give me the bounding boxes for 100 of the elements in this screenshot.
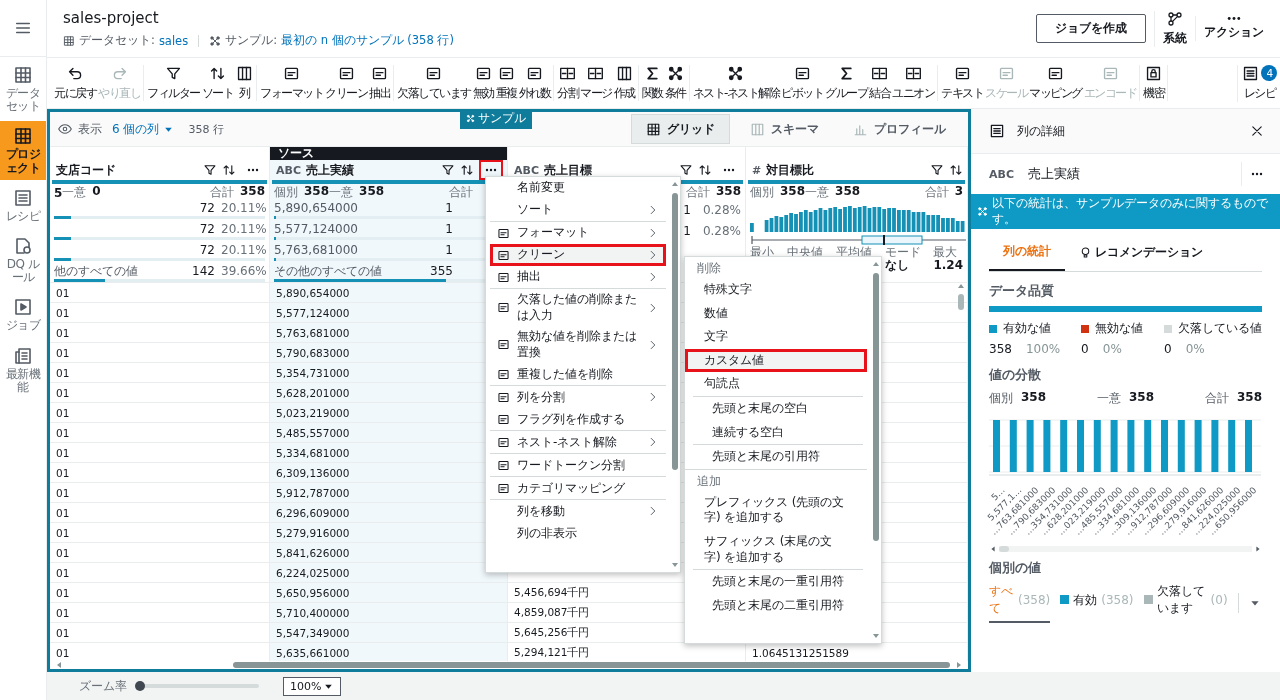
view-tab[interactable]: プロフィール xyxy=(839,114,960,144)
toolbar-button[interactable]: ユニオン xyxy=(891,64,936,102)
nav-item[interactable]: 最新機能 xyxy=(0,340,46,399)
toolbar-button[interactable]: 関数 xyxy=(640,64,664,102)
menu-item[interactable]: ネスト-ネスト解除 xyxy=(490,431,666,454)
nav-item[interactable]: レシピ xyxy=(0,182,46,228)
dataset-link[interactable]: sales xyxy=(158,33,189,48)
toolbar-button[interactable]: 元に戻す xyxy=(53,64,97,102)
value-count: 1 xyxy=(445,201,453,216)
toolbar-button[interactable]: マージ xyxy=(579,64,613,102)
header-action-button[interactable]: 系統 xyxy=(1154,10,1195,47)
toolbar-button[interactable]: ソート xyxy=(200,64,234,102)
menu-item[interactable]: ソート xyxy=(490,199,666,221)
menu-item[interactable]: カスタム値 xyxy=(685,348,867,373)
value-label: 5,763,681000 xyxy=(274,243,358,258)
legend-label: 無効な値 xyxy=(1095,320,1144,338)
toolbar-button[interactable]: クリーン xyxy=(324,64,368,102)
recipe-button[interactable]: 4 レシピ xyxy=(1237,64,1278,102)
nav-item[interactable]: ジョブ xyxy=(0,292,46,338)
nav-item[interactable]: DQ ルール xyxy=(0,230,46,290)
toolbar-button[interactable]: 列 xyxy=(234,64,254,102)
scroll-thumb[interactable] xyxy=(233,662,950,668)
toolbar-button[interactable]: グループ xyxy=(824,64,869,102)
stat-label: 最大 xyxy=(933,246,959,260)
stat-value: 5 xyxy=(54,185,63,200)
table-cell: 01 xyxy=(56,326,70,339)
menu-item[interactable]: 無効な値を削除または置換 xyxy=(490,326,666,364)
menu-item[interactable]: クリーン xyxy=(490,244,666,266)
table-cell: 01 xyxy=(56,646,70,659)
header-action-button[interactable]: アクション xyxy=(1195,16,1272,41)
toolbar-button[interactable]: 機密 xyxy=(1142,64,1166,102)
view-tab[interactable]: グリッド xyxy=(631,114,730,144)
menu-item[interactable]: 先頭と末尾の一重引用符 xyxy=(693,570,863,594)
table-cell: 01 xyxy=(56,306,70,319)
create-job-button[interactable]: ジョブを作成 xyxy=(1036,14,1146,43)
toolbar-button[interactable]: フォーマット xyxy=(259,64,324,102)
toolbar-button[interactable]: 外れ数 xyxy=(517,64,551,102)
stat-value: 358 xyxy=(239,184,265,200)
toolbar-button[interactable]: マッピング xyxy=(1028,64,1083,102)
toolbar-button[interactable]: 重複 xyxy=(494,64,518,102)
menu-item[interactable]: プレフィックス (先頭の文字) を追加する xyxy=(685,490,867,530)
more-icon xyxy=(1250,172,1264,176)
panel-tab[interactable]: レコメンデーション xyxy=(1065,233,1217,272)
scroll-thumb[interactable] xyxy=(999,546,1009,553)
toolbar-button[interactable]: ピボット xyxy=(780,64,825,102)
menu-item[interactable]: 先頭と末尾の空白 xyxy=(693,396,863,421)
more-icon xyxy=(246,168,260,172)
nav-item[interactable]: プロジェクト xyxy=(0,121,46,180)
chart-bar xyxy=(1211,420,1219,473)
menu-item[interactable]: 先頭と末尾の引用符 xyxy=(693,445,863,469)
scroll-thumb[interactable] xyxy=(958,294,964,310)
toolbar-button[interactable]: 条件 xyxy=(663,64,687,102)
sample-link[interactable]: 最初の n 個のサンプル (358 行) xyxy=(281,33,454,48)
menu-item[interactable]: 数値 xyxy=(685,301,867,326)
value-percent: 20.11% xyxy=(221,243,265,258)
legend-count: 0 xyxy=(1081,342,1089,357)
toolbar-button[interactable]: 抽出 xyxy=(368,64,391,102)
toolbar-button[interactable]: テキスト xyxy=(940,64,985,102)
menu-item[interactable]: フラグ列を作成する xyxy=(490,408,666,431)
value-label: 5,577,124000 xyxy=(274,222,358,237)
slider-thumb[interactable] xyxy=(135,681,145,691)
columns-dropdown[interactable]: 6 個の列 xyxy=(112,120,175,138)
menu-item[interactable]: 欠落した値の削除または入力 xyxy=(490,289,666,327)
menu-item[interactable]: 特殊文字 xyxy=(685,278,867,302)
value-count: 72 xyxy=(199,201,215,216)
filter-tab[interactable]: 有効 (358) xyxy=(1060,591,1134,615)
stat-label: 合計 xyxy=(449,184,473,201)
menu-item[interactable]: 文字 xyxy=(685,325,867,349)
toolbar-button[interactable]: 結合 xyxy=(868,64,892,102)
columns-icon xyxy=(235,64,253,82)
menu-item[interactable]: 列の非表示 xyxy=(490,522,666,545)
menu-item[interactable]: 列を移動 xyxy=(490,500,666,523)
toolbar-button[interactable]: 無効 xyxy=(471,64,495,102)
menu-item[interactable]: 列を分割 xyxy=(490,386,666,409)
menu-item[interactable]: 抽出 xyxy=(490,266,666,288)
view-tab[interactable]: スキーマ xyxy=(736,114,833,144)
menu-item[interactable]: 名前変更 xyxy=(490,177,666,199)
menu-item[interactable]: 重複した値を削除 xyxy=(490,363,666,386)
stat-label: 個別 xyxy=(989,390,1013,408)
close-button[interactable] xyxy=(1250,124,1264,138)
more-button[interactable] xyxy=(1241,162,1264,186)
table-cell: 01 xyxy=(56,366,70,379)
menu-item[interactable]: ワードトークン分割 xyxy=(490,454,666,477)
menu-item[interactable]: カテゴリマッピング xyxy=(490,477,666,500)
toolbar-button[interactable]: 分割 xyxy=(556,64,579,102)
menu-item[interactable]: 句読点 xyxy=(685,372,867,396)
toolbar-button[interactable]: 欠落しています xyxy=(396,64,472,102)
nav-item[interactable]: データセット xyxy=(0,60,46,119)
legend-count: 358 xyxy=(989,342,1012,357)
menu-item[interactable]: 先頭と末尾の二重引用符 xyxy=(693,593,863,618)
stat-value: 358 xyxy=(835,184,861,200)
menu-item[interactable]: 連続する空白 xyxy=(693,420,863,445)
chart-bar xyxy=(1077,420,1084,473)
zoom-dropdown[interactable]: 100% xyxy=(283,676,342,696)
toolbar-button[interactable]: フィルター xyxy=(146,64,201,102)
menu-item[interactable]: サフィックス (末尾の文字) を追加する xyxy=(685,529,867,570)
toolbar-button[interactable]: 作成 xyxy=(612,64,636,102)
chart-scrollbar[interactable] xyxy=(989,545,1262,554)
menu-item[interactable]: フォーマット xyxy=(490,222,666,244)
toolbar-button[interactable]: ネスト-ネスト解除 xyxy=(691,64,781,102)
